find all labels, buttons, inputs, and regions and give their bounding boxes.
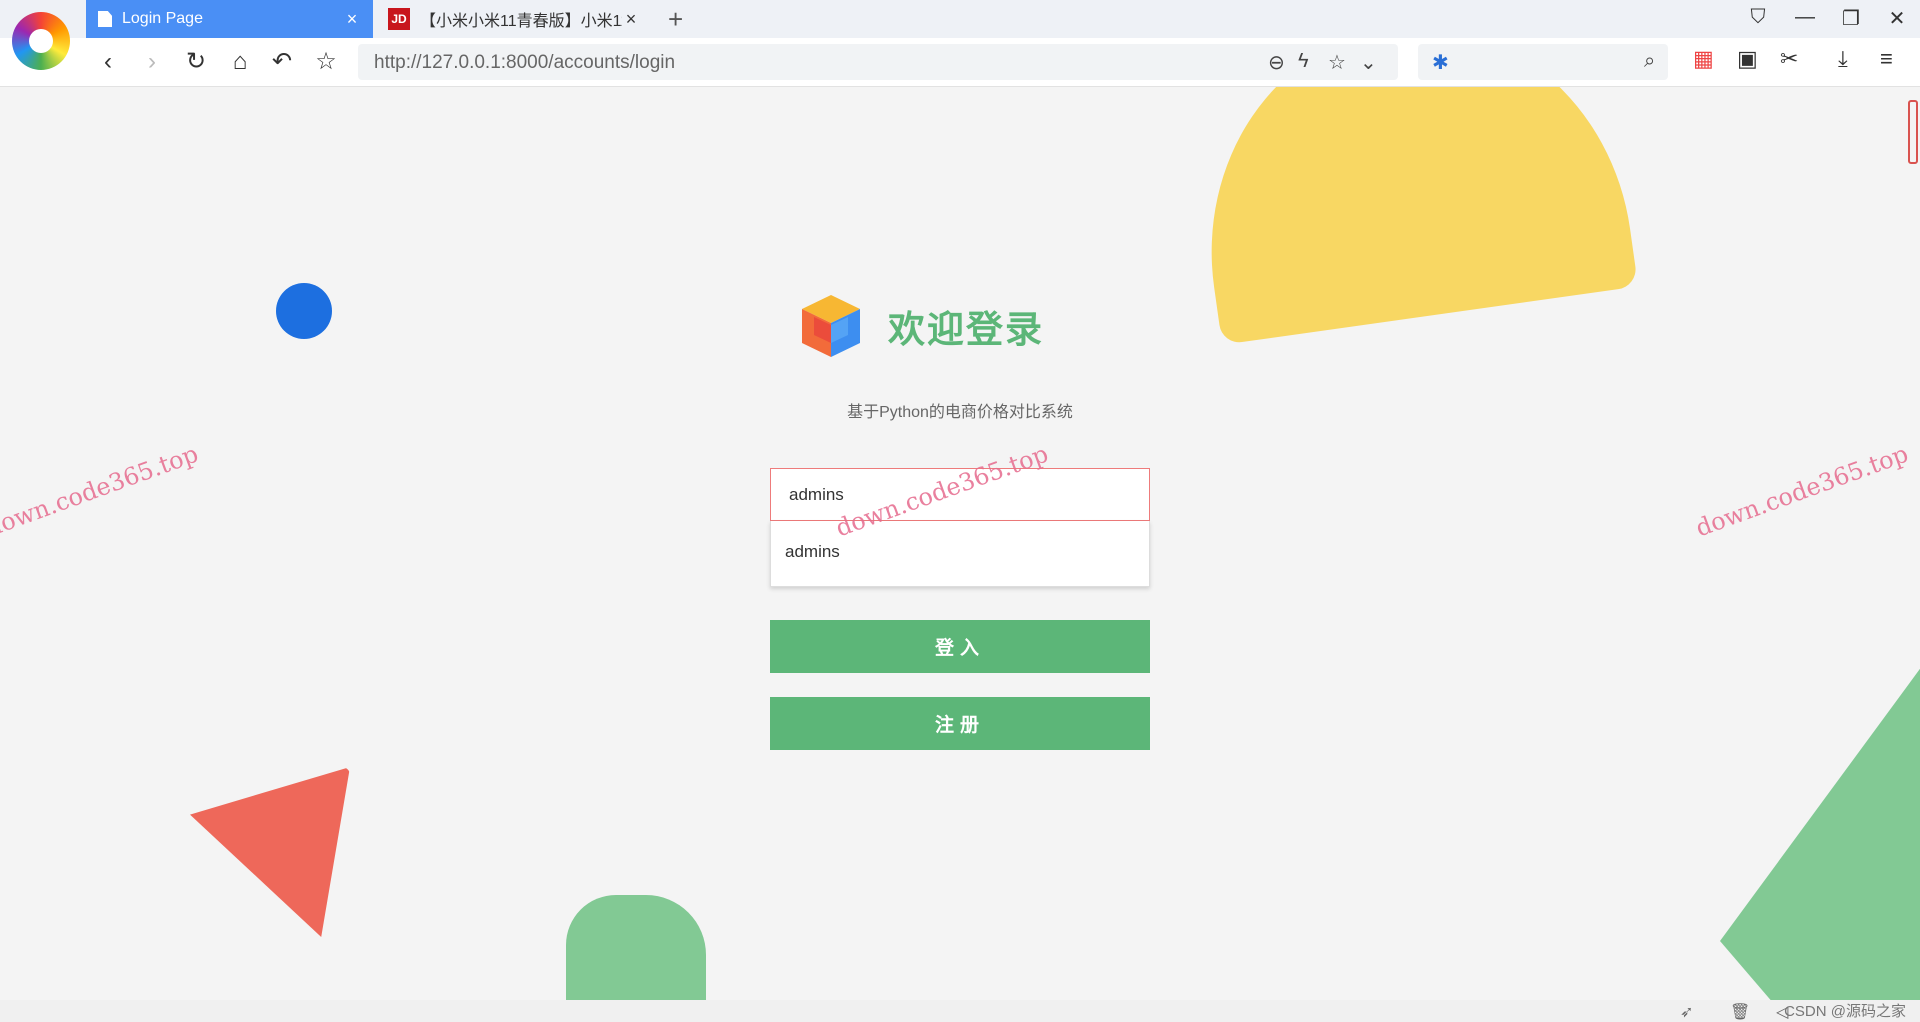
login-button[interactable]: 登入 <box>770 620 1150 673</box>
bookmark-star-icon[interactable]: ☆ <box>310 46 342 78</box>
decor-red-triangle <box>190 767 350 937</box>
register-button[interactable]: 注册 <box>770 697 1150 750</box>
undo-icon[interactable]: ↶ <box>266 46 298 78</box>
apps-grid-icon[interactable]: ▦ <box>1693 46 1714 72</box>
scrollbar-thumb[interactable] <box>1908 100 1918 164</box>
decor-green-shape <box>1720 647 1920 1000</box>
lightning-icon[interactable]: ϟ <box>1298 50 1309 73</box>
restore-button[interactable]: ❐ <box>1836 6 1866 31</box>
csdn-watermark: CSDN @源码之家 <box>1784 1003 1906 1020</box>
tab-bar: Login Page × JD 【小米小米11青春版】小米11青 × + ⛉ —… <box>0 0 1920 38</box>
back-icon[interactable]: ‹ <box>92 46 124 78</box>
status-bar <box>0 1000 1920 1022</box>
tab-title: 【小米小米11青春版】小米11青 <box>420 13 622 30</box>
cube-logo-icon <box>802 295 860 357</box>
skin-icon[interactable]: ⛉ <box>1743 6 1773 29</box>
page-icon <box>98 11 112 27</box>
rocket-icon[interactable]: ➶ <box>1680 1002 1693 1022</box>
search-icon[interactable]: ⌕ <box>1644 50 1655 73</box>
browser-logo-icon[interactable] <box>12 12 70 70</box>
reader-icon[interactable]: ▣ <box>1737 46 1758 72</box>
tab-title: Login Page <box>122 10 203 27</box>
autocomplete-item[interactable]: admins <box>771 521 1149 583</box>
scissors-icon[interactable]: ✂ <box>1780 46 1798 72</box>
tab-close-icon[interactable]: × <box>343 9 361 30</box>
watermark-left: down.code365.top <box>0 439 202 543</box>
menu-icon[interactable]: ≡ <box>1880 46 1893 72</box>
jd-icon: JD <box>388 8 410 30</box>
watermark-right: down.code365.top <box>1691 439 1912 543</box>
reload-icon[interactable]: ↻ <box>180 46 212 78</box>
trash-icon[interactable]: 🗑 <box>1730 1002 1750 1022</box>
close-window-button[interactable]: ✕ <box>1882 6 1912 31</box>
zoom-icon[interactable]: ⊖ <box>1268 50 1285 75</box>
search-box[interactable]: ✱ ⌕ <box>1418 44 1668 80</box>
home-icon[interactable]: ⌂ <box>224 46 256 78</box>
tab-login-page[interactable]: Login Page × <box>86 0 373 38</box>
tab-jd[interactable]: JD 【小米小米11青春版】小米11青 × <box>376 0 652 38</box>
address-bar[interactable]: http://127.0.0.1:8000/accounts/login ⊖ ϟ… <box>358 44 1398 80</box>
autocomplete-dropdown: admins <box>770 521 1150 587</box>
download-icon[interactable]: ⤓ <box>1838 46 1848 72</box>
minimize-button[interactable]: — <box>1790 6 1820 29</box>
page-title: 欢迎登录 <box>888 309 1044 350</box>
favorite-icon[interactable]: ☆ <box>1328 50 1346 75</box>
new-tab-button[interactable]: + <box>668 4 683 35</box>
decor-yellow-shape <box>1181 87 1639 345</box>
address-text[interactable]: http://127.0.0.1:8000/accounts/login <box>374 52 675 74</box>
page-subtitle: 基于Python的电商价格对比系统 <box>847 404 1073 421</box>
chevron-down-icon[interactable]: ⌄ <box>1360 50 1377 75</box>
baidu-paw-icon: ✱ <box>1432 52 1449 74</box>
tab-close-icon[interactable]: × <box>622 9 640 30</box>
forward-icon[interactable]: › <box>136 46 168 78</box>
decor-green-blob <box>566 895 706 1000</box>
login-page: 欢迎登录 基于Python的电商价格对比系统 admins 登入 注册 down… <box>0 87 1920 1000</box>
decor-blue-dot <box>276 283 332 339</box>
browser-toolbar: ‹ › ↻ ⌂ ↶ ☆ http://127.0.0.1:8000/accoun… <box>0 38 1920 87</box>
